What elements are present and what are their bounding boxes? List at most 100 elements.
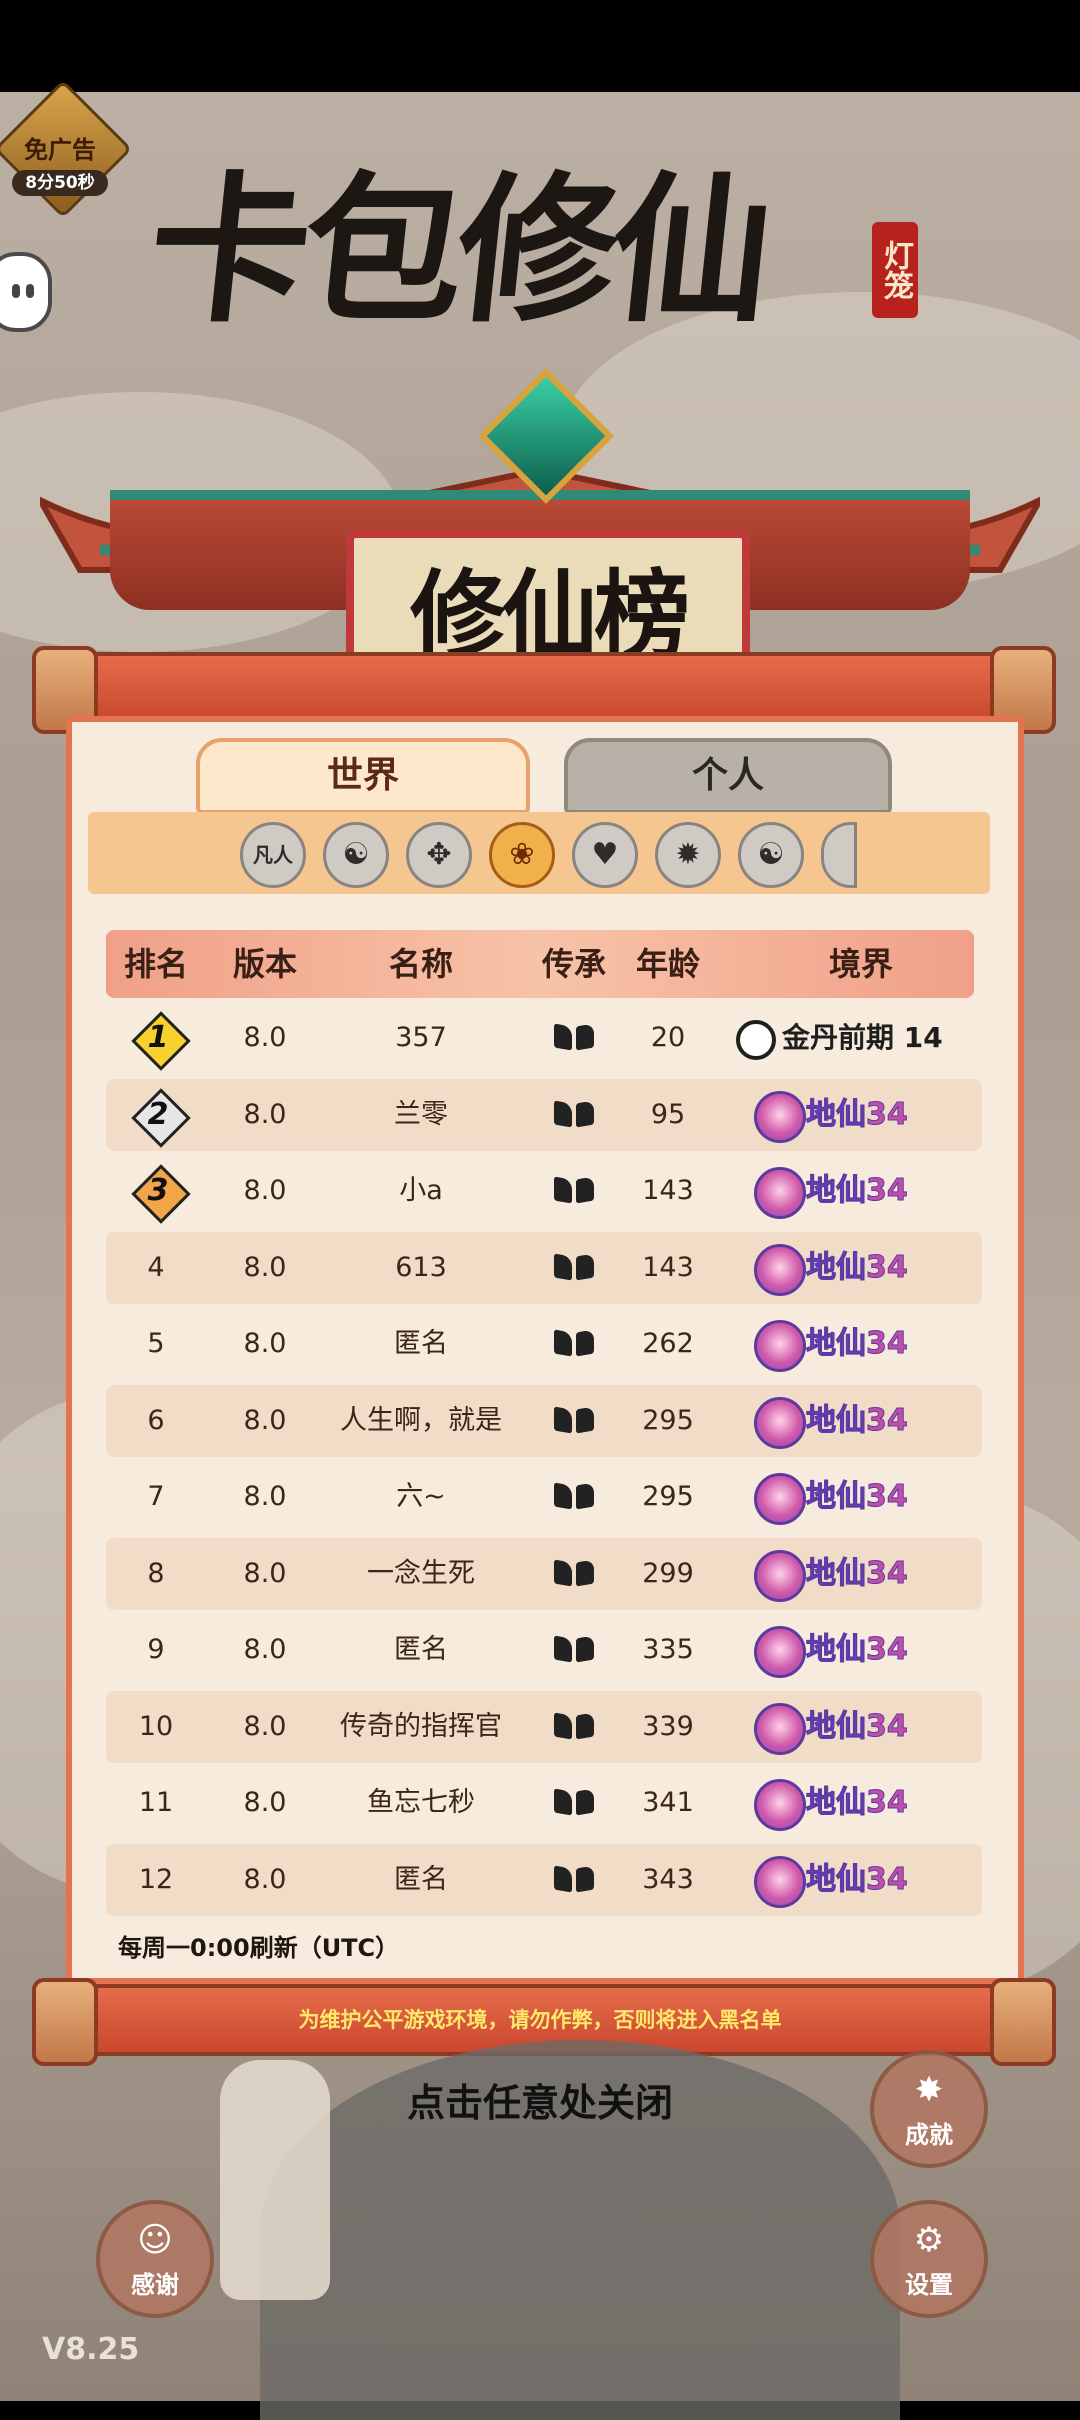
version-label: V8.25 (42, 2332, 140, 2367)
open-book-icon (554, 1714, 594, 1740)
rank-cell: 11 (138, 1787, 174, 1818)
age-cell: 339 (642, 1710, 694, 1742)
rank-cell: 9 (147, 1634, 165, 1665)
fire-icon[interactable]: ✹ (655, 822, 721, 888)
age-cell: 343 (642, 1863, 694, 1895)
table-row[interactable]: 1 8.0 357 20 金丹前期 14 (106, 1002, 982, 1074)
realm-cell: 地仙34 (806, 1173, 909, 1209)
realm-icon (754, 1779, 806, 1831)
version-cell: 8.0 (243, 1634, 287, 1665)
rank-cell: 10 (138, 1710, 174, 1742)
open-book-icon (554, 1178, 594, 1204)
version-cell: 8.0 (243, 1175, 287, 1206)
open-book-icon (554, 1867, 594, 1893)
age-cell: 295 (642, 1404, 694, 1436)
header-name: 名称 (388, 945, 453, 983)
realm-icon (754, 1243, 806, 1296)
table-row[interactable]: 8 8.0 一念生死 299 地仙34 (106, 1537, 982, 1610)
open-book-icon (554, 1025, 594, 1051)
thanks-button[interactable]: ☺ 感谢 (96, 2200, 214, 2318)
lotus-icon[interactable]: ❀ (489, 822, 555, 888)
age-cell: 95 (650, 1098, 686, 1130)
header-inheritance: 传承 (541, 945, 606, 983)
achievements-button[interactable]: ✸ 成就 (870, 2050, 988, 2168)
chat-bubble-button[interactable] (0, 252, 52, 332)
name-cell: 匿名 (394, 1634, 448, 1665)
taiji-icon[interactable]: ☯ (738, 822, 804, 888)
star-badge-icon: ✸ (914, 2070, 944, 2110)
top-scroll-rod (32, 646, 1056, 734)
tab-world[interactable]: 世界 (196, 738, 530, 814)
open-book-icon (554, 1408, 594, 1434)
realm-icon (754, 1090, 806, 1143)
name-cell: 传奇的指挥官 (340, 1710, 502, 1742)
version-cell: 8.0 (243, 1481, 287, 1512)
tab-personal[interactable]: 个人 (564, 738, 892, 814)
realm-icon (754, 1473, 806, 1525)
version-cell: 8.0 (243, 1557, 287, 1589)
rank-cell: 6 (147, 1404, 165, 1436)
filter-mortal[interactable]: 凡人 (240, 822, 306, 888)
realm-icon (754, 1549, 806, 1602)
realm-cell: 地仙34 (806, 1402, 909, 1438)
age-cell: 20 (650, 1022, 686, 1053)
header-rank: 排名 (123, 945, 188, 983)
realm-icon (754, 1702, 806, 1755)
age-cell: 295 (642, 1481, 694, 1512)
rank-cell: 12 (138, 1863, 174, 1895)
table-header: 排名 版本 名称 传承 年龄 境界 (106, 930, 974, 998)
rank-cell: 4 (147, 1251, 165, 1283)
version-cell: 8.0 (243, 1710, 287, 1742)
game-title: 卡包修仙 (140, 156, 776, 344)
realm-cell: 地仙34 (806, 1785, 909, 1821)
rank-cell: 7 (147, 1481, 165, 1512)
name-cell: 匿名 (394, 1863, 448, 1895)
settings-button[interactable]: ⚙ 设置 (870, 2200, 988, 2318)
rank-cell: 1 (147, 1020, 169, 1055)
table-row[interactable]: 11 8.0 鱼忘七秒 341 地仙34 (106, 1767, 982, 1839)
name-cell: 六~ (396, 1481, 446, 1512)
realm-icon (754, 1320, 806, 1372)
age-cell: 262 (642, 1328, 694, 1359)
realm-cell: 地仙34 (806, 1249, 909, 1285)
realm-cell: 地仙34 (806, 1861, 909, 1897)
table-row[interactable]: 5 8.0 匿名 262 地仙34 (106, 1308, 982, 1380)
achievements-label: 成就 (905, 2121, 953, 2149)
table-row[interactable]: 12 8.0 匿名 343 地仙34 (106, 1843, 982, 1916)
header-version: 版本 (232, 945, 297, 983)
name-cell: 613 (395, 1251, 447, 1283)
realm-cell: 地仙34 (806, 1096, 909, 1132)
settings-label: 设置 (905, 2271, 953, 2299)
gear-icon: ⚙ (913, 2220, 945, 2260)
table-row[interactable]: 6 8.0 人生啊，就是 295 地仙34 (106, 1384, 982, 1457)
table-row[interactable]: 2 8.0 兰零 95 地仙34 (106, 1078, 982, 1151)
yin-yang-icon[interactable]: ☯ (323, 822, 389, 888)
refresh-note: 每周一0:00刷新（UTC） (118, 1934, 400, 1962)
age-cell: 143 (642, 1175, 694, 1206)
sword-icon[interactable]: ✥ (406, 822, 472, 888)
name-cell: 一念生死 (367, 1557, 475, 1589)
open-book-icon (554, 1637, 594, 1663)
age-cell: 143 (642, 1251, 694, 1283)
version-cell: 8.0 (243, 1251, 287, 1283)
table-row[interactable]: 7 8.0 六~ 295 地仙34 (106, 1461, 982, 1533)
rank-cell: 3 (147, 1173, 169, 1208)
table-row[interactable]: 10 8.0 传奇的指挥官 339 地仙34 (106, 1690, 982, 1763)
header-age: 年龄 (635, 945, 700, 983)
age-cell: 341 (642, 1787, 694, 1818)
name-cell: 兰零 (394, 1098, 448, 1130)
version-cell: 8.0 (243, 1787, 287, 1818)
table-row[interactable]: 3 8.0 小a 143 地仙34 (106, 1155, 982, 1227)
ad-free-timer: 8分50秒 (12, 170, 108, 196)
heart-icon[interactable]: ♥ (572, 822, 638, 888)
eye-icon (26, 284, 34, 298)
table-row[interactable]: 9 8.0 匿名 335 地仙34 (106, 1614, 982, 1686)
version-cell: 8.0 (243, 1328, 287, 1359)
open-book-icon (554, 1561, 594, 1587)
version-cell: 8.0 (243, 1404, 287, 1436)
version-cell: 8.0 (243, 1098, 287, 1130)
ad-free-label: 免广告 (24, 136, 96, 164)
table-row[interactable]: 4 8.0 613 143 地仙34 (106, 1231, 982, 1304)
open-book-icon (554, 1102, 594, 1128)
title-seal: 灯笼 (872, 222, 918, 318)
